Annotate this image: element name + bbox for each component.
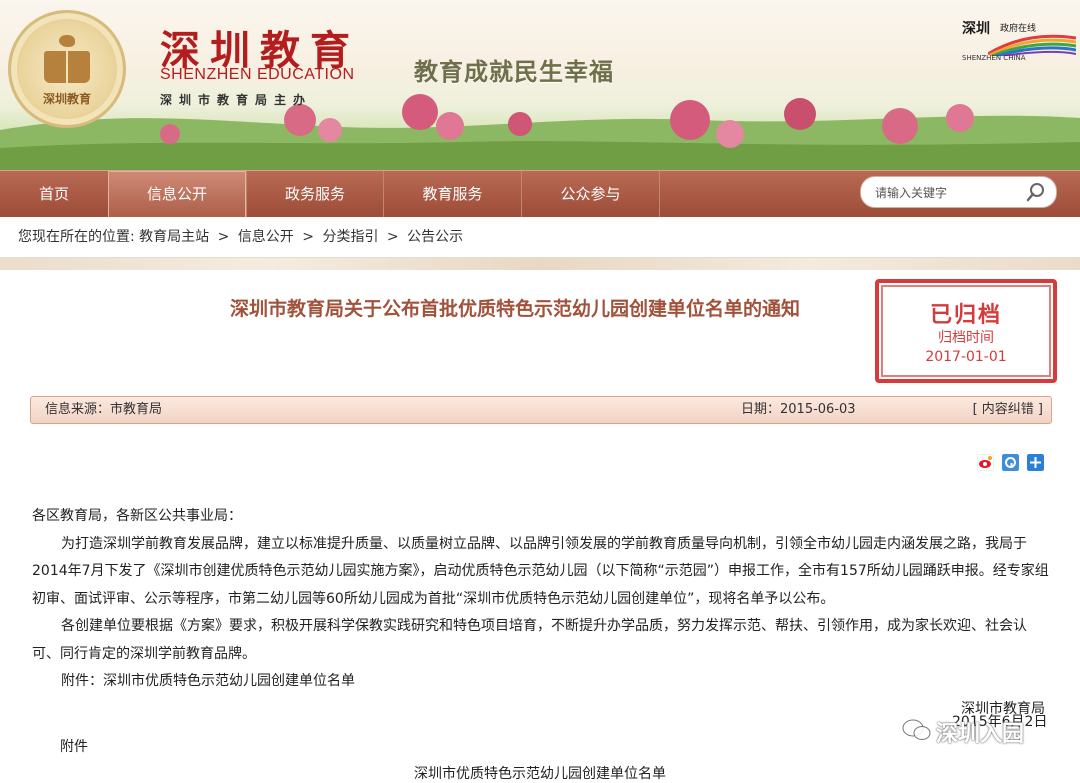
- brand-english: SHENZHEN EDUCATION: [160, 66, 355, 83]
- education-seal-logo: 深圳教育: [8, 10, 126, 128]
- rainbow-swoosh-icon: [988, 34, 1076, 56]
- breadcrumb-separator: >: [217, 229, 230, 245]
- nav-home[interactable]: 首页: [0, 171, 109, 218]
- article-info-bar: 信息来源：市教育局 日期：2015-06-03 [ 内容纠错 ]: [30, 396, 1052, 424]
- search-icon[interactable]: [1026, 182, 1046, 202]
- article-paragraph: 各创建单位要根据《方案》要求，积极开展科学保教实践研究和特色项目培育，不断提升办…: [32, 618, 1027, 662]
- nav-education-services[interactable]: 教育服务: [384, 171, 522, 218]
- breadcrumb-category-guide[interactable]: 分类指引: [322, 229, 378, 245]
- stamp-archive-time-label: 归档时间: [938, 330, 994, 346]
- search-input[interactable]: [873, 182, 1027, 204]
- qzone-share-icon[interactable]: [1002, 454, 1019, 471]
- brand-subtitle: 深圳市教育局主办: [160, 93, 313, 107]
- decorative-strip: [0, 258, 1080, 270]
- stamp-archive-date: 2017-01-01: [925, 349, 1007, 365]
- info-source: 信息来源：市教育局: [45, 402, 163, 417]
- archived-stamp: 已归档 归档时间 2017-01-01: [875, 279, 1057, 383]
- shenzhen-government-logo[interactable]: 深圳 政府在线 SHENZHEN CHINA: [958, 18, 1076, 70]
- breadcrumb: 您现在所在的位置: 教育局主站 > 信息公开 > 分类指引 > 公告公示: [0, 217, 1080, 258]
- nav-info-disclosure[interactable]: 信息公开: [108, 171, 247, 218]
- sz-logo-english: SHENZHEN CHINA: [962, 54, 1026, 62]
- more-share-icon[interactable]: [1027, 454, 1044, 471]
- article-greeting: 各区教育局，各新区公共事业局：: [32, 508, 242, 524]
- annex-label: 附件: [60, 739, 88, 755]
- breadcrumb-info-disclosure[interactable]: 信息公开: [238, 229, 294, 245]
- nav-government-services[interactable]: 政务服务: [247, 171, 384, 218]
- bird-icon: [59, 35, 75, 47]
- breadcrumb-separator: >: [386, 229, 399, 245]
- book-icon: [44, 51, 90, 83]
- stamp-archived: 已归档: [929, 303, 1002, 328]
- info-date: 日期：2015-06-03: [741, 402, 856, 417]
- breadcrumb-education-bureau[interactable]: 教育局主站: [139, 229, 209, 245]
- signature: 深圳市教育局: [961, 700, 1045, 717]
- weibo-share-icon[interactable]: [977, 454, 994, 471]
- nav-public-participation[interactable]: 公众参与: [522, 171, 660, 218]
- attachment-line: 附件：深圳市优质特色示范幼儿园创建单位名单: [61, 673, 355, 689]
- article-body: 各区教育局，各新区公共事业局： 为打造深圳学前教育发展品牌，建立以标准提升质量、…: [32, 503, 1050, 723]
- breadcrumb-announcements[interactable]: 公告公示: [407, 229, 463, 245]
- search-box: [860, 176, 1057, 208]
- article-paragraph: 为打造深圳学前教育发展品牌，建立以标准提升质量、以质量树立品牌、以品牌引领发展的…: [32, 535, 1049, 607]
- wechat-watermark-icon: [902, 719, 931, 740]
- seal-text: 深圳教育: [42, 92, 91, 106]
- slogan: 教育成就民生幸福: [414, 57, 614, 86]
- breadcrumb-separator: >: [302, 229, 314, 245]
- breadcrumb-prefix: 您现在所在的位置:: [18, 229, 135, 245]
- watermark-text: 深圳入园: [936, 722, 1025, 747]
- site-banner: 深圳教育 深圳教育 SHENZHEN EDUCATION 深圳市教育局主办 教育…: [0, 0, 1080, 170]
- sz-logo-text: 深圳: [962, 21, 990, 37]
- annex-title: 深圳市优质特色示范幼儿园创建单位名单: [414, 766, 666, 782]
- content-error-link[interactable]: [ 内容纠错 ]: [973, 397, 1043, 423]
